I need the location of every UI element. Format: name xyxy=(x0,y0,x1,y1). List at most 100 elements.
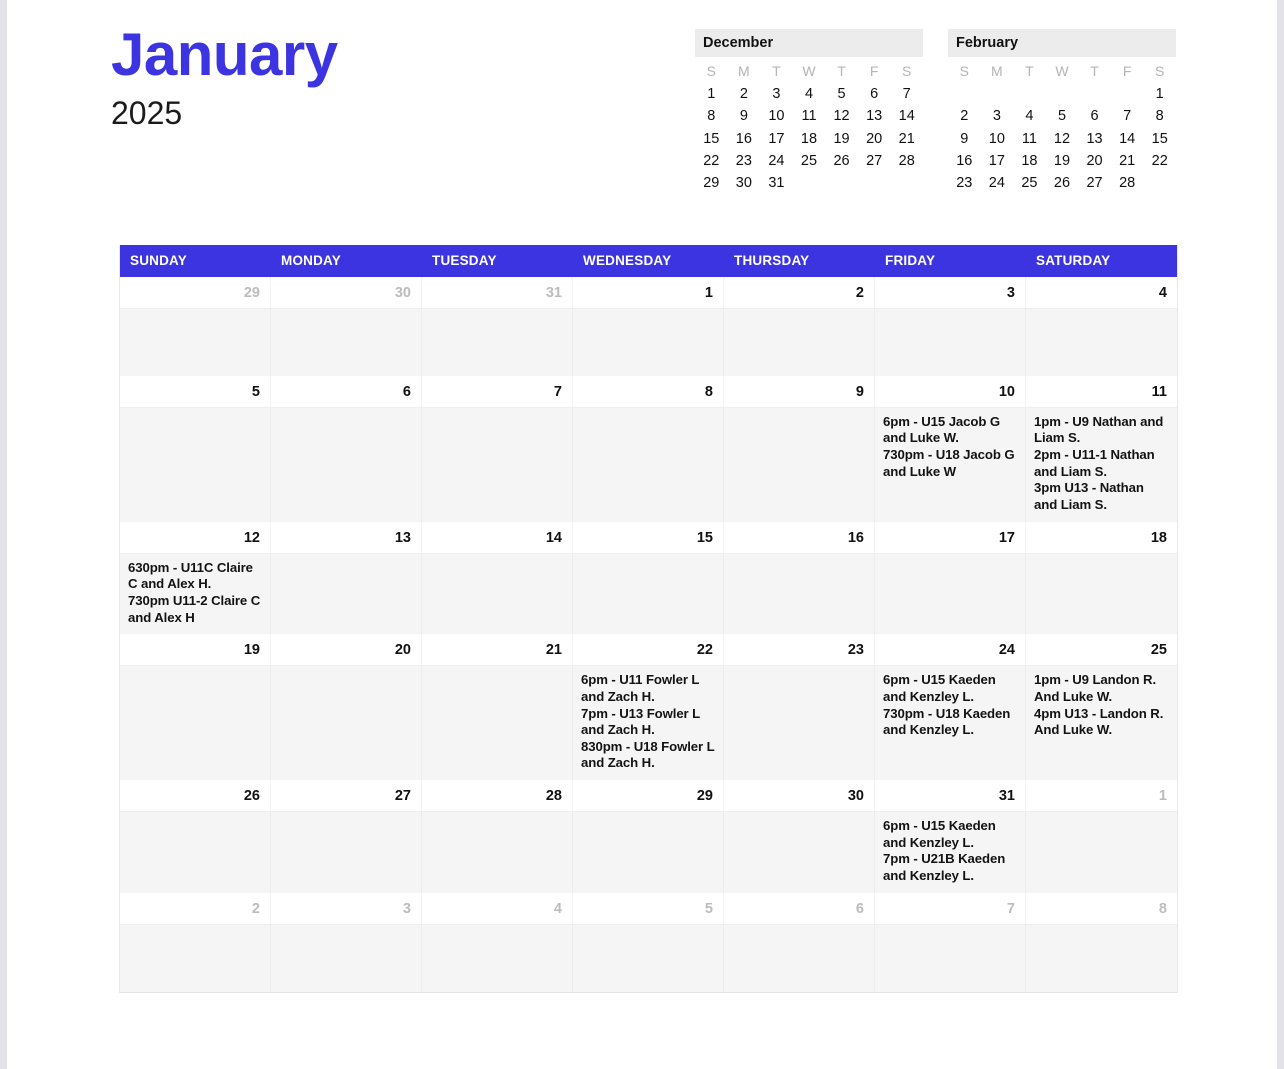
day-cell[interactable] xyxy=(271,406,422,522)
mini-calendar-day[interactable]: 15 xyxy=(1143,128,1176,150)
day-cell[interactable] xyxy=(422,665,573,781)
event-item[interactable]: 6pm - U11 Fowler L and Zach H. xyxy=(581,672,715,705)
day-cell[interactable]: 6pm - U15 Kaeden and Kenzley L. 7pm - U21… xyxy=(875,811,1026,893)
event-item[interactable]: 2pm - U11-1 Nathan and Liam S. xyxy=(1034,447,1169,480)
date-number[interactable]: 11 xyxy=(1026,375,1177,407)
day-cell[interactable]: 6pm - U15 Jacob G and Luke W. 730pm - U18… xyxy=(875,406,1026,522)
mini-calendar-day[interactable]: 22 xyxy=(1143,150,1176,172)
event-item[interactable]: 4pm U13 - Landon R. And Luke W. xyxy=(1034,706,1169,739)
date-number[interactable]: 3 xyxy=(271,892,422,924)
mini-calendar-day[interactable]: 6 xyxy=(858,84,891,106)
event-item[interactable]: 730pm U11-2 Claire C and Alex H xyxy=(128,593,262,626)
mini-calendar-day[interactable]: 10 xyxy=(981,128,1014,150)
mini-calendar-day[interactable]: 30 xyxy=(728,173,761,195)
mini-calendar-day[interactable]: 13 xyxy=(858,106,891,128)
day-cell[interactable] xyxy=(724,406,875,522)
day-cell[interactable] xyxy=(1026,923,1177,992)
event-item[interactable]: 830pm - U18 Fowler L and Zach H. xyxy=(581,739,715,772)
day-cell[interactable] xyxy=(573,923,724,992)
day-cell[interactable] xyxy=(724,665,875,781)
mini-calendar-day[interactable]: 6 xyxy=(1078,106,1111,128)
day-cell[interactable] xyxy=(1026,552,1177,635)
mini-calendar-day[interactable]: 12 xyxy=(825,106,858,128)
date-number[interactable]: 31 xyxy=(875,780,1026,812)
day-cell[interactable]: 1pm - U9 Landon R. And Luke W. 4pm U13 - … xyxy=(1026,665,1177,781)
date-number[interactable]: 5 xyxy=(573,892,724,924)
date-number[interactable]: 8 xyxy=(1026,892,1177,924)
day-cell[interactable] xyxy=(724,307,875,376)
mini-calendar-day[interactable]: 17 xyxy=(760,128,793,150)
event-item[interactable]: 7pm - U21B Kaeden and Kenzley L. xyxy=(883,851,1017,884)
mini-calendar-day[interactable]: 24 xyxy=(760,150,793,172)
day-cell[interactable] xyxy=(573,307,724,376)
date-number[interactable]: 12 xyxy=(120,521,271,553)
mini-calendar-day[interactable]: 17 xyxy=(981,150,1014,172)
mini-calendar-day[interactable]: 27 xyxy=(1078,173,1111,195)
date-number[interactable]: 8 xyxy=(573,375,724,407)
date-number[interactable]: 25 xyxy=(1026,634,1177,666)
mini-calendar-day[interactable]: 14 xyxy=(890,106,923,128)
mini-calendar-day[interactable]: 8 xyxy=(1143,106,1176,128)
mini-calendar-day[interactable]: 21 xyxy=(890,128,923,150)
mini-calendar-day[interactable]: 21 xyxy=(1111,150,1144,172)
event-item[interactable]: 730pm - U18 Jacob G and Luke W xyxy=(883,447,1017,480)
date-number[interactable]: 4 xyxy=(422,892,573,924)
day-cell[interactable] xyxy=(422,406,573,522)
date-number[interactable]: 7 xyxy=(875,892,1026,924)
mini-calendar-day[interactable]: 18 xyxy=(1013,150,1046,172)
date-number[interactable]: 19 xyxy=(120,634,271,666)
mini-calendar-day[interactable]: 31 xyxy=(760,173,793,195)
day-cell[interactable] xyxy=(271,552,422,635)
mini-calendar-day[interactable]: 15 xyxy=(695,128,728,150)
mini-calendar-day[interactable]: 2 xyxy=(728,84,761,106)
date-number[interactable]: 27 xyxy=(271,780,422,812)
mini-calendar-day[interactable]: 22 xyxy=(695,150,728,172)
day-cell[interactable]: 6pm - U11 Fowler L and Zach H. 7pm - U13 … xyxy=(573,665,724,781)
event-item[interactable]: 730pm - U18 Kaeden and Kenzley L. xyxy=(883,706,1017,739)
mini-calendar-day[interactable]: 28 xyxy=(890,150,923,172)
event-item[interactable]: 6pm - U15 Kaeden and Kenzley L. xyxy=(883,672,1017,705)
mini-calendar-day[interactable]: 1 xyxy=(695,84,728,106)
date-number[interactable]: 5 xyxy=(120,375,271,407)
date-number[interactable]: 20 xyxy=(271,634,422,666)
date-number[interactable]: 1 xyxy=(573,276,724,308)
date-number[interactable]: 2 xyxy=(120,892,271,924)
day-cell[interactable] xyxy=(271,665,422,781)
date-number[interactable]: 23 xyxy=(724,634,875,666)
mini-calendar-day[interactable]: 7 xyxy=(1111,106,1144,128)
event-item[interactable]: 1pm - U9 Landon R. And Luke W. xyxy=(1034,672,1169,705)
day-cell[interactable]: 6pm - U15 Kaeden and Kenzley L. 730pm - U… xyxy=(875,665,1026,781)
mini-calendar-day[interactable]: 11 xyxy=(1013,128,1046,150)
date-number[interactable]: 30 xyxy=(271,276,422,308)
day-cell[interactable] xyxy=(573,406,724,522)
date-number[interactable]: 28 xyxy=(422,780,573,812)
mini-calendar-day[interactable]: 12 xyxy=(1046,128,1079,150)
day-cell[interactable] xyxy=(875,307,1026,376)
mini-calendar-day[interactable]: 25 xyxy=(793,150,826,172)
mini-calendar-day[interactable]: 26 xyxy=(1046,173,1079,195)
date-number[interactable]: 6 xyxy=(724,892,875,924)
date-number[interactable]: 13 xyxy=(271,521,422,553)
date-number[interactable]: 29 xyxy=(573,780,724,812)
day-cell[interactable] xyxy=(422,307,573,376)
day-cell[interactable]: 1pm - U9 Nathan and Liam S. 2pm - U11-1 N… xyxy=(1026,406,1177,522)
mini-calendar-day[interactable]: 4 xyxy=(793,84,826,106)
event-item[interactable]: 630pm - U11C Claire C and Alex H. xyxy=(128,560,262,593)
date-number[interactable]: 29 xyxy=(120,276,271,308)
mini-calendar-day[interactable]: 9 xyxy=(728,106,761,128)
date-number[interactable]: 26 xyxy=(120,780,271,812)
date-number[interactable]: 10 xyxy=(875,375,1026,407)
mini-calendar-day[interactable]: 3 xyxy=(760,84,793,106)
mini-calendar-day[interactable]: 27 xyxy=(858,150,891,172)
date-number[interactable]: 7 xyxy=(422,375,573,407)
day-cell[interactable] xyxy=(120,307,271,376)
mini-calendar-day[interactable]: 28 xyxy=(1111,173,1144,195)
mini-calendar-day[interactable]: 1 xyxy=(1143,84,1176,106)
mini-calendar-day[interactable]: 8 xyxy=(695,106,728,128)
mini-calendar-day[interactable]: 2 xyxy=(948,106,981,128)
day-cell[interactable] xyxy=(875,923,1026,992)
day-cell[interactable] xyxy=(271,307,422,376)
day-cell[interactable] xyxy=(271,811,422,893)
date-number[interactable]: 4 xyxy=(1026,276,1177,308)
date-number[interactable]: 17 xyxy=(875,521,1026,553)
